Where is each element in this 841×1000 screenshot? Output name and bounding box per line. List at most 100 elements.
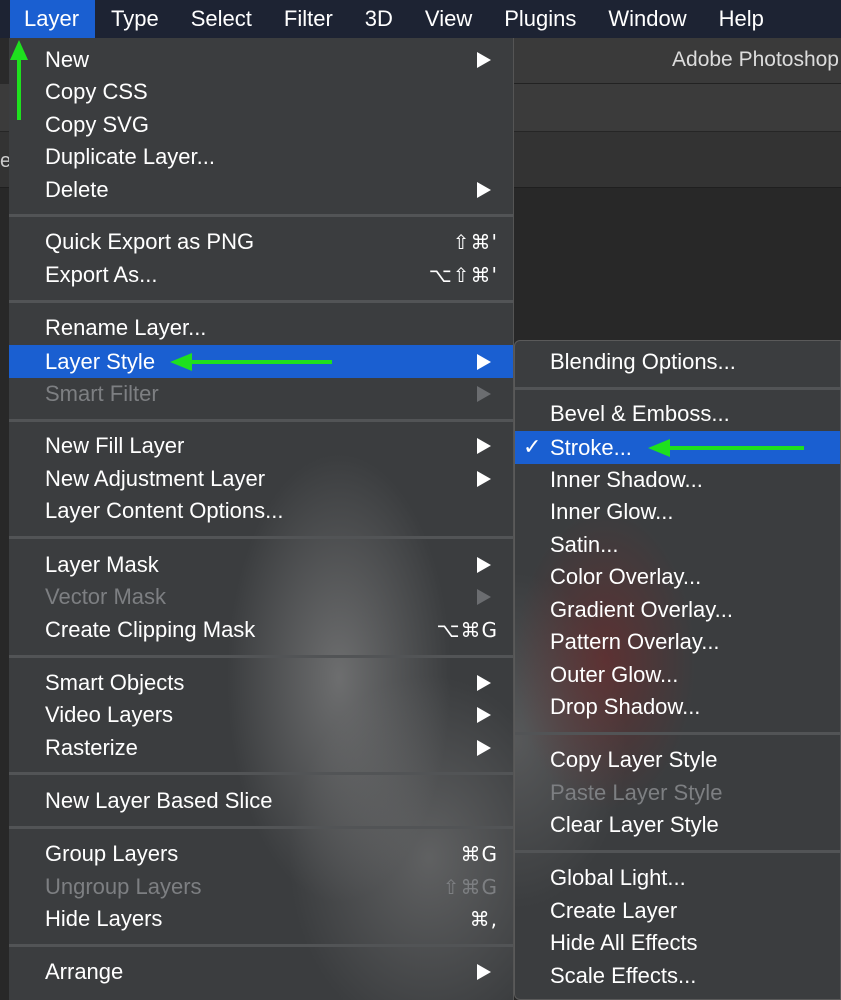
menu-item-label: Video Layers: [45, 702, 174, 727]
menu-item-delete[interactable]: Delete: [9, 174, 513, 206]
menu-item-create-clipping-mask[interactable]: Create Clipping Mask ⌥⌘G: [9, 614, 513, 646]
menu-item-label: Vector Mask: [45, 584, 167, 609]
submenu-item-create-layer[interactable]: Create Layer: [515, 895, 840, 927]
submenu-item-label: Scale Effects...: [550, 963, 697, 988]
menu-item-new[interactable]: New: [9, 44, 513, 76]
menu-item-smart-objects[interactable]: Smart Objects: [9, 667, 513, 699]
submenu-arrow-icon: [477, 707, 491, 723]
submenu-item-blending-options[interactable]: Blending Options...: [515, 346, 840, 378]
submenu-arrow-icon: [477, 182, 491, 198]
menubar-type[interactable]: Type: [95, 0, 175, 38]
submenu-item-label: Stroke...: [550, 434, 632, 460]
submenu-arrow-icon: [477, 52, 491, 68]
menu-item-export-as[interactable]: Export As... ⌥⇧⌘': [9, 259, 513, 291]
menubar-view[interactable]: View: [409, 0, 488, 38]
menu-item-hide-layers[interactable]: Hide Layers ⌘,: [9, 903, 513, 935]
submenu-item-paste-layer-style[interactable]: Paste Layer Style: [515, 777, 840, 809]
shortcut-label: ⌘,: [469, 907, 498, 931]
submenu-arrow-icon: [477, 675, 491, 691]
annotation-arrow-up-icon: [10, 40, 30, 122]
menu-separator: [9, 826, 513, 829]
menu-bar: Layer Type Select Filter 3D View Plugins…: [0, 0, 841, 38]
menu-item-label: Ungroup Layers: [45, 874, 202, 899]
menubar-plugins[interactable]: Plugins: [488, 0, 592, 38]
menu-separator: [9, 944, 513, 947]
menu-item-copy-svg[interactable]: Copy SVG: [9, 109, 513, 141]
menu-item-duplicate-layer[interactable]: Duplicate Layer...: [9, 141, 513, 173]
menu-item-layer-content-options[interactable]: Layer Content Options...: [9, 495, 513, 527]
annotation-arrow-left-icon: [170, 353, 332, 373]
menu-item-label: Smart Filter: [45, 381, 159, 406]
menu-item-vector-mask[interactable]: Vector Mask: [9, 581, 513, 613]
menubar-filter[interactable]: Filter: [268, 0, 349, 38]
menu-item-label: New Layer Based Slice: [45, 788, 273, 813]
submenu-arrow-icon: [477, 964, 491, 980]
menubar-3d[interactable]: 3D: [349, 0, 409, 38]
submenu-item-label: Pattern Overlay...: [550, 629, 720, 654]
menu-item-new-adjustment-layer[interactable]: New Adjustment Layer: [9, 463, 513, 495]
menu-separator: [515, 387, 840, 390]
annotation-arrow-left-icon: [648, 439, 804, 459]
submenu-item-inner-glow[interactable]: Inner Glow...: [515, 496, 840, 528]
submenu-item-gradient-overlay[interactable]: Gradient Overlay...: [515, 594, 840, 626]
menu-separator: [515, 732, 840, 735]
shortcut-label: ⌥⇧⌘': [428, 263, 498, 287]
menu-item-label: Layer Style: [45, 348, 156, 374]
menubar-help[interactable]: Help: [703, 0, 780, 38]
menubar-select[interactable]: Select: [175, 0, 268, 38]
submenu-item-pattern-overlay[interactable]: Pattern Overlay...: [515, 626, 840, 658]
menu-item-layer-mask[interactable]: Layer Mask: [9, 549, 513, 581]
submenu-item-label: Color Overlay...: [550, 564, 702, 589]
submenu-item-label: Create Layer: [550, 898, 678, 923]
submenu-item-label: Outer Glow...: [550, 662, 679, 687]
menu-item-label: Copy SVG: [45, 112, 149, 137]
menu-item-video-layers[interactable]: Video Layers: [9, 699, 513, 731]
layer-dropdown-menu: New Copy CSS Copy SVG Duplicate Layer...…: [9, 38, 514, 1000]
submenu-arrow-icon: [477, 740, 491, 756]
submenu-item-hide-all-effects[interactable]: Hide All Effects: [515, 927, 840, 959]
menu-item-ungroup-layers[interactable]: Ungroup Layers ⇧⌘G: [9, 871, 513, 903]
submenu-item-label: Inner Glow...: [550, 499, 674, 524]
menu-item-new-layer-based-slice[interactable]: New Layer Based Slice: [9, 785, 513, 817]
submenu-arrow-icon: [477, 438, 491, 454]
submenu-arrow-icon: [477, 386, 491, 402]
submenu-item-satin[interactable]: Satin...: [515, 529, 840, 561]
menu-separator: [9, 536, 513, 539]
submenu-item-label: Drop Shadow...: [550, 694, 701, 719]
submenu-item-inner-shadow[interactable]: Inner Shadow...: [515, 464, 840, 496]
menu-item-quick-export[interactable]: Quick Export as PNG ⇧⌘': [9, 226, 513, 258]
submenu-item-scale-effects[interactable]: Scale Effects...: [515, 960, 840, 992]
submenu-item-label: Global Light...: [550, 865, 686, 890]
submenu-item-clear-layer-style[interactable]: Clear Layer Style: [515, 809, 840, 841]
submenu-item-outer-glow[interactable]: Outer Glow...: [515, 659, 840, 691]
menubar-window[interactable]: Window: [592, 0, 702, 38]
submenu-item-label: Blending Options...: [550, 349, 736, 374]
submenu-item-drop-shadow[interactable]: Drop Shadow...: [515, 691, 840, 723]
menu-item-copy-css[interactable]: Copy CSS: [9, 76, 513, 108]
menubar-layer[interactable]: Layer: [10, 0, 96, 38]
menu-item-label: Copy CSS: [45, 79, 148, 104]
menu-separator: [9, 419, 513, 422]
submenu-item-label: Bevel & Emboss...: [550, 401, 730, 426]
menu-separator: [9, 214, 513, 217]
menu-item-group-layers[interactable]: Group Layers ⌘G: [9, 838, 513, 870]
menu-item-label: Hide Layers: [45, 906, 163, 931]
menu-item-label: Rename Layer...: [45, 315, 207, 340]
menu-item-label: Rasterize: [45, 735, 138, 760]
menu-item-smart-filter[interactable]: Smart Filter: [9, 378, 513, 410]
submenu-item-copy-layer-style[interactable]: Copy Layer Style: [515, 744, 840, 776]
menu-item-rename-layer[interactable]: Rename Layer...: [9, 312, 513, 344]
submenu-arrow-icon: [477, 471, 491, 487]
menu-item-label: Smart Objects: [45, 670, 185, 695]
menu-item-label: Arrange: [45, 959, 124, 984]
menu-item-arrange[interactable]: Arrange: [9, 956, 513, 988]
shortcut-label: ⇧⌘G: [442, 875, 498, 899]
menu-item-rasterize[interactable]: Rasterize: [9, 732, 513, 764]
menu-item-new-fill-layer[interactable]: New Fill Layer: [9, 430, 513, 462]
submenu-item-color-overlay[interactable]: Color Overlay...: [515, 561, 840, 593]
submenu-item-global-light[interactable]: Global Light...: [515, 862, 840, 894]
submenu-item-label: Satin...: [550, 532, 619, 557]
submenu-item-bevel-emboss[interactable]: Bevel & Emboss...: [515, 398, 840, 430]
submenu-item-label: Gradient Overlay...: [550, 597, 733, 622]
app-titlebar: Adobe Photoshop: [512, 38, 841, 84]
